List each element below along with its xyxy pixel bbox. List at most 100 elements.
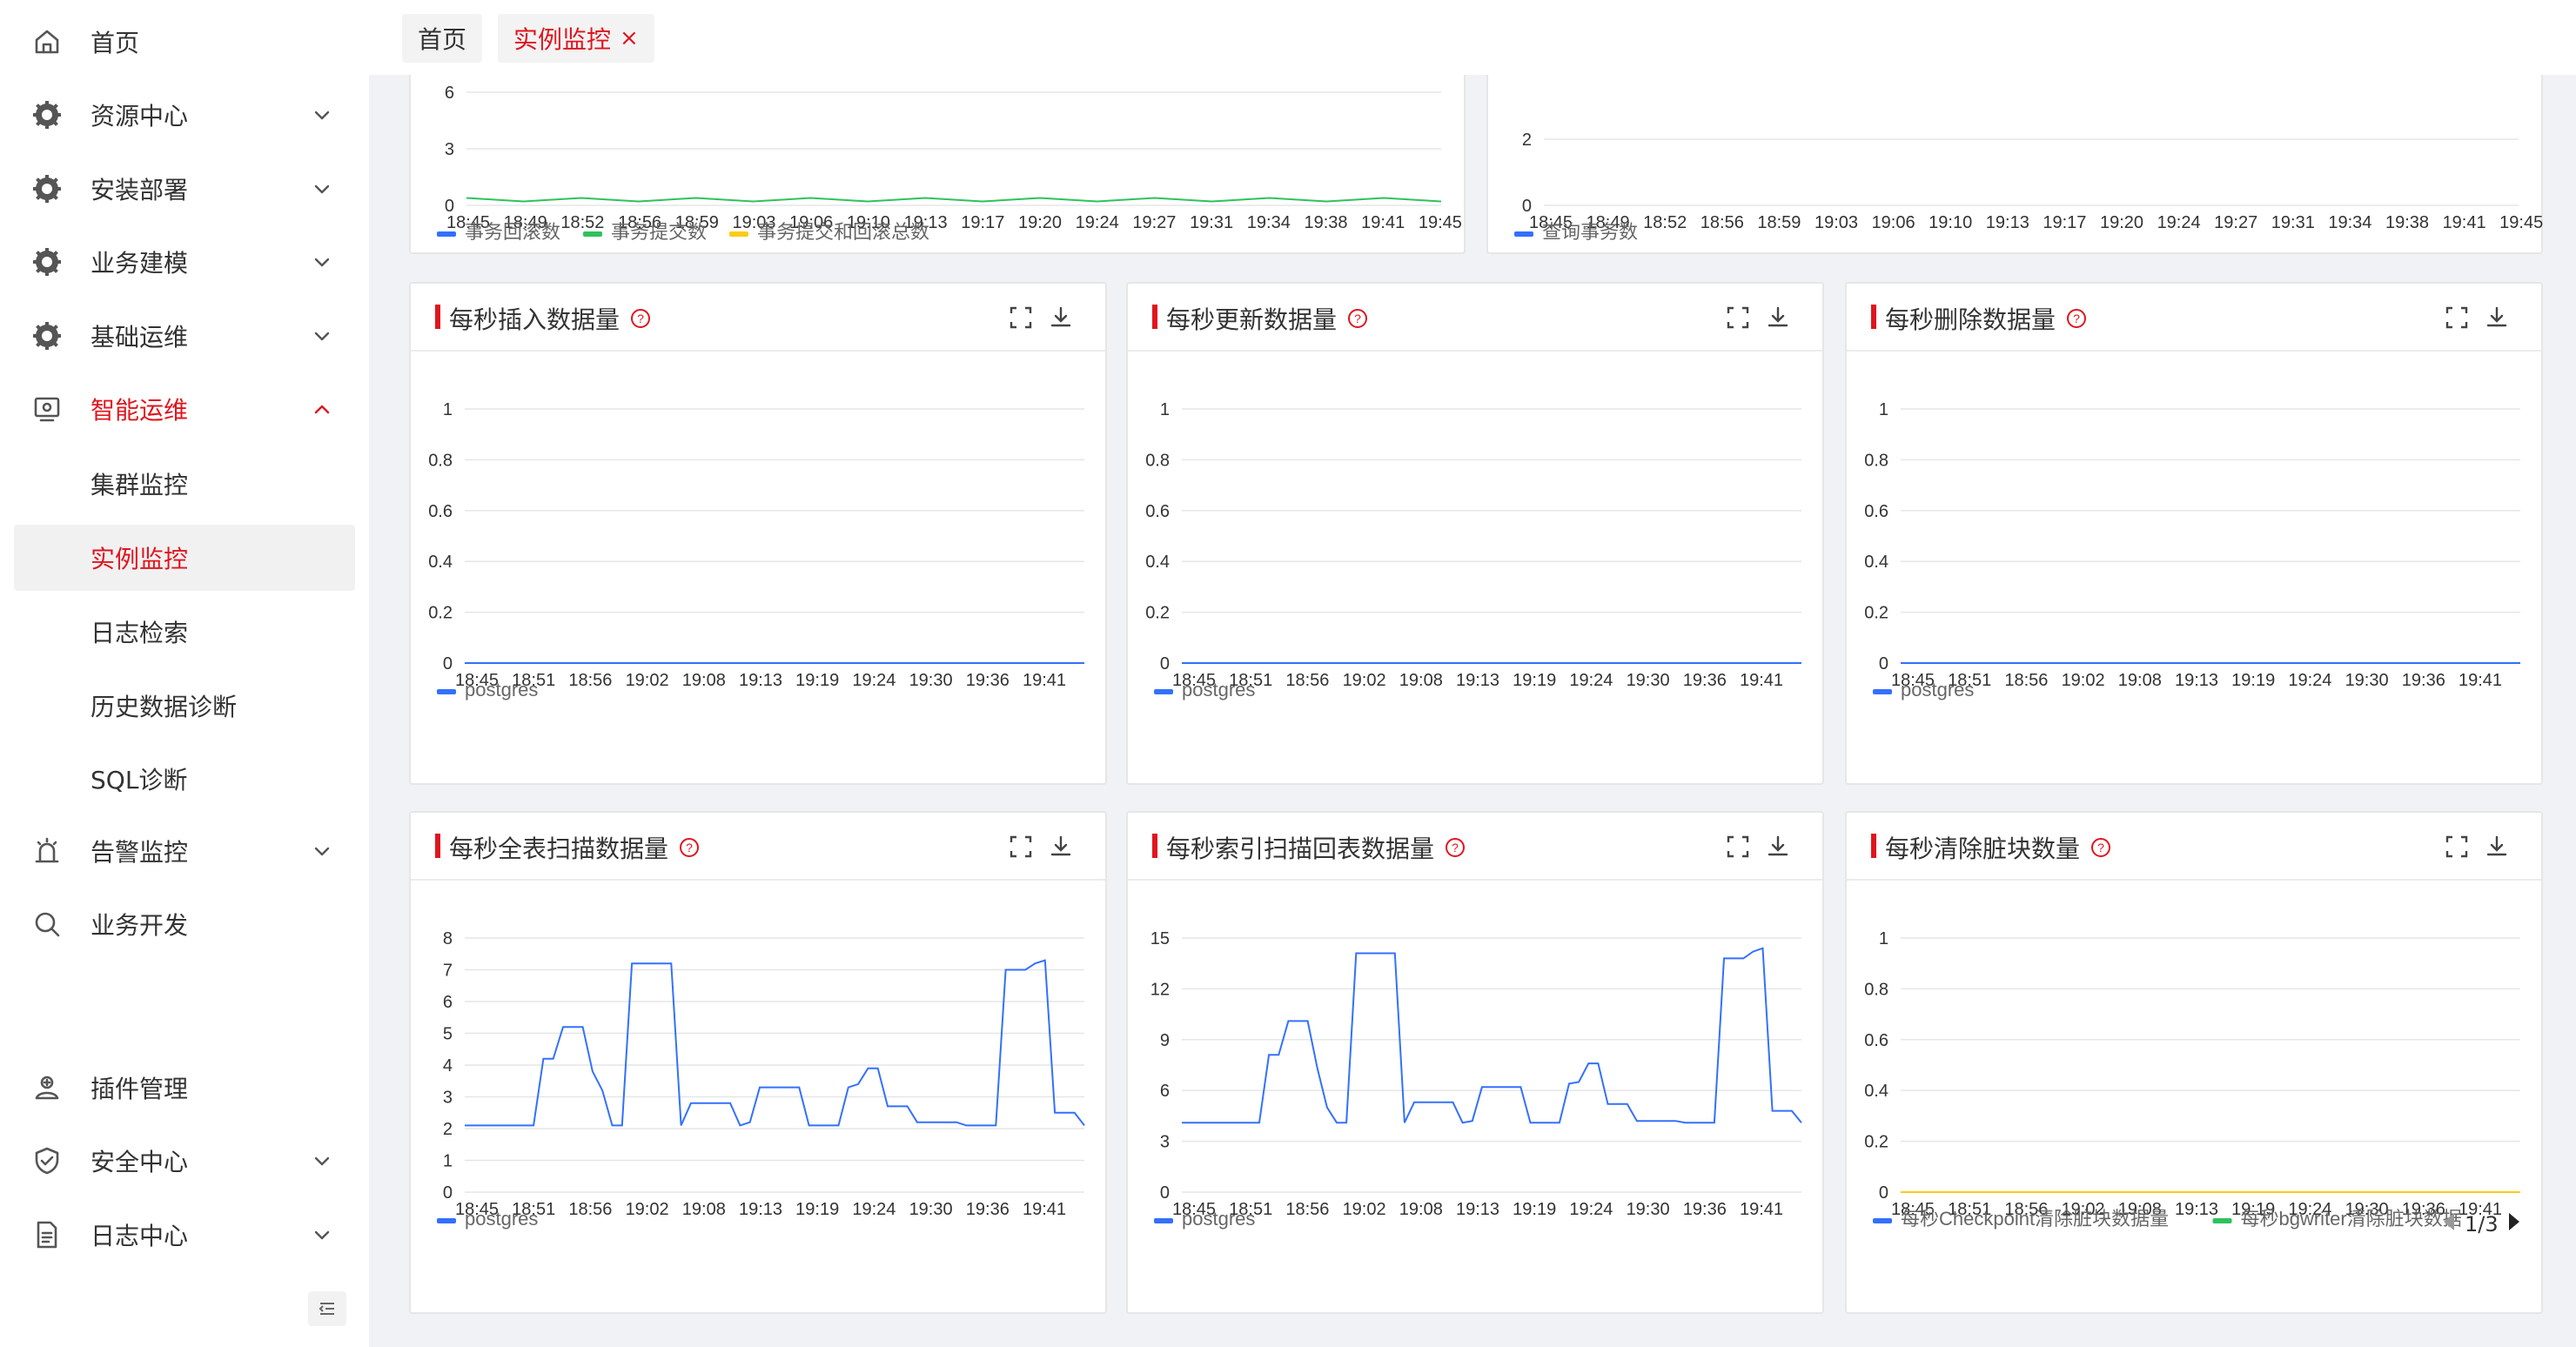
x-tick-label: 18:59 (1757, 213, 1801, 232)
x-tick-label: 19:17 (961, 213, 1004, 232)
chevron-down-icon[interactable] (312, 178, 332, 199)
x-tick-label: 18:56 (2004, 671, 2048, 690)
title-accent-bar (1152, 834, 1157, 858)
download-icon[interactable] (2484, 834, 2510, 860)
chart-panel-insert: 每秒插入数据量? 0 0.2 0.4 0.6 0.8 1 18:45 18:51 18:56 19:… (409, 282, 1107, 785)
x-tick-label: 19:13 (739, 1200, 782, 1219)
x-tick-label: 19:06 (1872, 213, 1915, 232)
sidebar-item-3[interactable]: 业务建模 (0, 227, 369, 297)
sidebar-subitem-label: 历史数据诊断 (91, 693, 238, 721)
gear-icon (31, 246, 63, 278)
sidebar-item-8[interactable]: 插件管理 (0, 1053, 369, 1122)
chart-title: 每秒插入数据量 (449, 305, 621, 334)
x-tick-label: 19:41 (1361, 213, 1405, 232)
x-tick-label: 19:41 (2443, 213, 2486, 232)
x-tick-label: 19:24 (1569, 1200, 1613, 1219)
sidebar-item-2[interactable]: 安装部署 (0, 154, 369, 224)
sidebar-item-7[interactable]: 业务开发 (0, 889, 369, 959)
x-tick-label: 19:31 (2271, 213, 2315, 232)
x-tick-label: 19:36 (2402, 671, 2445, 690)
sidebar-subitem-0[interactable]: 集群监控 (14, 451, 355, 517)
help-icon[interactable]: ? (2090, 837, 2111, 858)
series-line-1 (466, 197, 1442, 203)
legend-label: postgres (1182, 679, 1255, 700)
y-tick-label: 0.4 (428, 553, 453, 572)
x-tick-label: 19:19 (795, 671, 839, 690)
sidebar-item-6[interactable]: 告警监控 (0, 816, 369, 886)
legend-label: 事务回滚数 (465, 221, 560, 243)
sidebar-item-5[interactable]: 智能运维 (0, 374, 369, 444)
tab-home[interactable]: 首页 (402, 14, 483, 63)
x-tick-label: 19:02 (2062, 671, 2105, 690)
chevron-down-icon[interactable] (312, 104, 332, 125)
next-page-icon[interactable] (2506, 1211, 2521, 1237)
sidebar-item-label: 日志中心 (91, 1222, 189, 1250)
chevron-down-icon[interactable] (312, 325, 332, 346)
help-icon[interactable]: ? (679, 837, 700, 858)
download-icon[interactable] (2484, 305, 2510, 331)
page-indicator: 1/3 (2465, 1212, 2499, 1236)
y-tick-label: 0.8 (1864, 980, 1888, 999)
sidebar-item-4[interactable]: 基础运维 (0, 301, 369, 371)
sidebar-subitem-3[interactable]: 历史数据诊断 (14, 673, 355, 739)
svg-text:?: ? (1354, 312, 1361, 325)
title-accent-bar (1871, 305, 1876, 329)
sidebar-subitem-2[interactable]: 日志检索 (14, 599, 355, 665)
x-tick-label: 19:38 (2385, 213, 2429, 232)
collapse-sidebar-button[interactable] (308, 1291, 346, 1326)
download-icon[interactable] (1765, 834, 1791, 860)
sidebar-subitem-4[interactable]: SQL诊断 (14, 746, 355, 812)
legend-swatch (729, 231, 748, 237)
chevron-down-icon[interactable] (312, 1150, 332, 1171)
x-tick-label: 19:38 (1304, 213, 1347, 232)
fullscreen-icon[interactable] (2444, 305, 2470, 331)
sidebar-item-10[interactable]: 日志中心 (0, 1200, 369, 1270)
chart-svg: 03618:45 18:49 18:52 18:56 18:59 19:03 19:06 19… (437, 84, 1462, 243)
prev-page-icon[interactable] (2442, 1211, 2458, 1237)
fullscreen-icon[interactable] (2444, 834, 2470, 860)
legend-swatch (2212, 1218, 2232, 1223)
sidebar-item-9[interactable]: 安全中心 (0, 1126, 369, 1196)
x-tick-label: 19:41 (2459, 671, 2502, 690)
tab-instance-monitor[interactable]: 实例监控 × (498, 14, 654, 63)
x-tick-label: 18:56 (1285, 1200, 1329, 1219)
x-tick-label: 19:13 (1986, 213, 2029, 232)
y-tick-label: 1 (443, 400, 453, 419)
fullscreen-icon[interactable] (1725, 834, 1751, 860)
download-icon[interactable] (1048, 834, 1074, 860)
x-tick-label: 19:41 (1023, 1200, 1066, 1219)
fullscreen-icon[interactable] (1725, 305, 1751, 331)
help-icon[interactable]: ? (1445, 837, 1466, 858)
sidebar-subitem-label: SQL诊断 (91, 766, 188, 794)
chevron-down-icon[interactable] (312, 841, 332, 861)
fullscreen-icon[interactable] (1008, 305, 1034, 331)
y-tick-label: 6 (445, 84, 454, 103)
sidebar-subitem-1[interactable]: 实例监控 (14, 525, 355, 591)
close-icon[interactable]: × (620, 25, 639, 51)
chevron-down-icon[interactable] (312, 251, 332, 272)
legend-swatch (1873, 1218, 1892, 1223)
y-tick-label: 0.6 (1864, 502, 1888, 521)
sidebar-item-0[interactable]: 首页 (0, 7, 369, 77)
download-icon[interactable] (1048, 305, 1074, 331)
sidebar-item-1[interactable]: 资源中心 (0, 80, 369, 150)
chevron-down-icon[interactable] (312, 1224, 332, 1245)
help-icon[interactable]: ? (1347, 308, 1368, 329)
chart-svg: 0218:45 18:49 18:52 18:56 18:59 19:03 19:06 19:… (1514, 131, 2543, 243)
chart-title: 每秒更新数据量 (1166, 305, 1338, 334)
fullscreen-icon[interactable] (1008, 834, 1034, 860)
y-tick-label: 1 (443, 1152, 453, 1171)
download-icon[interactable] (1765, 305, 1791, 331)
y-tick-label: 0.2 (1145, 604, 1170, 623)
sidebar-item-label: 告警监控 (91, 838, 189, 867)
chart-panel-update: 每秒更新数据量? 0 0.2 0.4 0.6 0.8 1 18:45 18:51 18:56 19:… (1126, 282, 1824, 785)
x-tick-label: 19:34 (1247, 213, 1291, 232)
sidebar-subitem-label: 集群监控 (91, 471, 189, 499)
y-tick-label: 0 (1879, 1183, 1888, 1203)
menu-fold-icon (319, 1303, 334, 1315)
help-icon[interactable]: ? (630, 308, 651, 329)
panel-header: 每秒更新数据量? (1128, 284, 1822, 352)
chevron-up-icon[interactable] (312, 399, 332, 419)
sidebar-item-label: 资源中心 (91, 102, 189, 131)
help-icon[interactable]: ? (2066, 308, 2087, 329)
